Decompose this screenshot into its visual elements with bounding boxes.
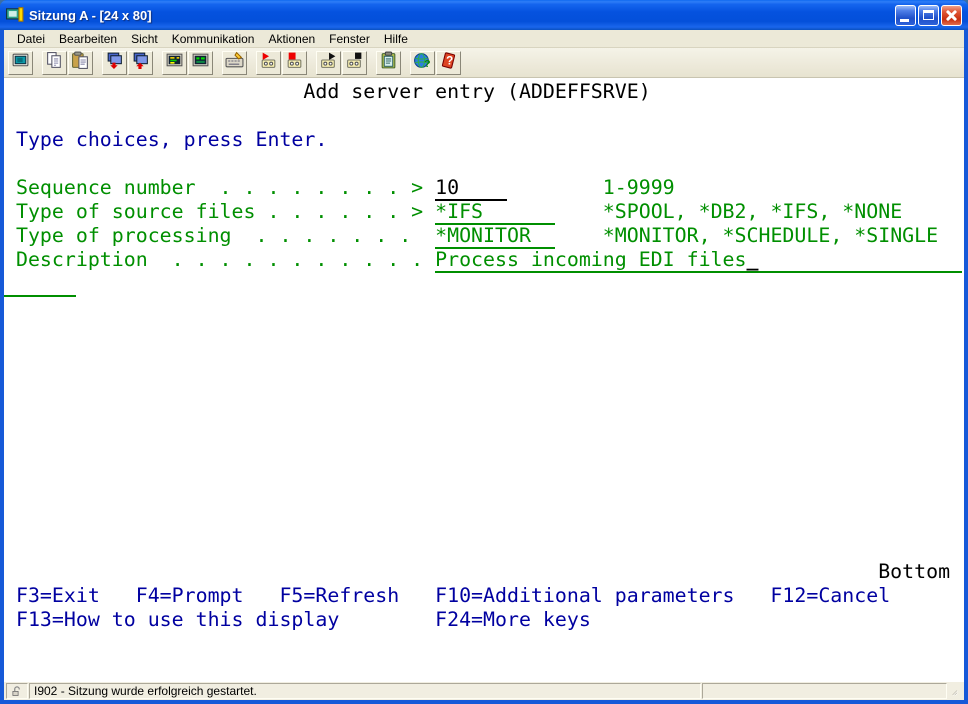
paste-icon (71, 51, 90, 75)
screen-title: Add server entry (ADDEFFSRVE) (303, 80, 651, 103)
bottom-marker: Bottom (878, 560, 951, 583)
minimize-icon (900, 18, 909, 22)
display-colors-button[interactable] (188, 50, 213, 75)
terminal-row-5: Sequence number . . . . . . . . > 10 1-9… (4, 176, 675, 201)
field-source-files-pad[interactable] (483, 200, 555, 225)
terminal-row-7: Type of processing . . . . . . . *MONITO… (4, 224, 939, 249)
status-extra-panel (702, 683, 947, 699)
terminal-row-22: F3=Exit F4=Prompt F5=Refresh F10=Additio… (4, 584, 890, 608)
session-screen-button[interactable] (8, 50, 33, 75)
label-source-files: Type of source files . . . . . . > (15, 200, 424, 223)
text-cursor[interactable]: _ (746, 248, 759, 273)
label-description: Description . . . . . . . . . . . (15, 248, 424, 271)
label-processing: Type of processing . . . . . . . (15, 224, 424, 247)
field-sequence-number-pad[interactable] (459, 176, 507, 201)
window-title: Sitzung A - [24 x 80] (29, 7, 152, 23)
terminal-row-6: Type of source files . . . . . . > *IFS … (4, 200, 903, 225)
toolbar: ?? (4, 48, 964, 78)
function-keys-line-2: F13=How to use this display F24=More key… (15, 608, 591, 631)
keyboard-setup-button[interactable] (222, 50, 247, 75)
field-description[interactable]: Process incoming EDI files (435, 248, 747, 273)
function-keys-line-1: F3=Exit F4=Prompt F5=Refresh F10=Additio… (15, 584, 891, 607)
session-app-icon (6, 6, 24, 24)
terminal-row-1: Add server entry (ADDEFFSRVE) (4, 80, 651, 104)
send-file-button[interactable] (102, 50, 127, 75)
label-sequence-number: Sequence number . . . . . . . . > (15, 176, 424, 199)
menu-bar: Datei Bearbeiten Sicht Kommunikation Aktione… (4, 30, 964, 48)
close-button[interactable] (941, 4, 962, 26)
menu-item-fenster[interactable]: Fenster (322, 31, 377, 47)
field-processing-pad[interactable] (530, 224, 555, 249)
menu-item-sicht[interactable]: Sicht (124, 31, 165, 47)
minimize-button[interactable] (895, 4, 916, 26)
status-message: I902 - Sitzung wurde erfolgreich gestart… (29, 683, 701, 699)
display-setup-icon (165, 51, 184, 75)
allowed-values-source-files: *SPOOL, *DB2, *IFS, *NONE (602, 200, 903, 223)
title-bar: Sitzung A - [24 x 80] (0, 0, 968, 30)
terminal-screen[interactable]: Add server entry (ADDEFFSRVE) Type choic… (4, 78, 964, 681)
stop-macro-icon (345, 51, 364, 75)
svg-text:?: ? (446, 54, 453, 67)
clipboard-button[interactable] (376, 50, 401, 75)
help-button[interactable]: ? (436, 50, 461, 75)
display-colors-icon (191, 51, 210, 75)
display-setup-button[interactable] (162, 50, 187, 75)
record-macro-button[interactable] (256, 50, 281, 75)
connection-status-icon (6, 683, 28, 699)
copy-icon (45, 51, 64, 75)
menu-item-aktionen[interactable]: Aktionen (261, 31, 322, 47)
terminal-row-23: F13=How to use this display F24=More key… (4, 608, 591, 632)
play-macro-icon (319, 51, 338, 75)
terminal-row-3: Type choices, press Enter. (4, 128, 327, 152)
allowed-values-processing: *MONITOR, *SCHEDULE, *SINGLE (602, 224, 939, 247)
emulator-window: Sitzung A - [24 x 80] Datei Bearbeiten Sic… (0, 0, 968, 704)
field-source-files[interactable]: *IFS (435, 200, 484, 225)
menu-item-datei[interactable]: Datei (10, 31, 52, 47)
field-sequence-number[interactable]: 10 (435, 176, 460, 201)
copy-button[interactable] (42, 50, 67, 75)
help-icon: ? (439, 51, 458, 75)
svg-text:?: ? (424, 57, 430, 69)
allowed-values-sequence-number: 1-9999 (602, 176, 675, 199)
web-help-button[interactable]: ? (410, 50, 435, 75)
menu-item-kommunikation[interactable]: Kommunikation (165, 31, 262, 47)
receive-file-icon (131, 51, 150, 75)
resize-grip[interactable] (947, 683, 962, 699)
maximize-button[interactable] (918, 4, 939, 26)
session-screen-icon (11, 51, 30, 75)
paste-button[interactable] (68, 50, 93, 75)
instruction-line: Type choices, press Enter. (15, 128, 328, 151)
field-description-continuation[interactable] (4, 272, 76, 297)
maximize-icon (923, 9, 934, 20)
terminal-row-9 (4, 272, 76, 297)
record-macro-icon (259, 51, 278, 75)
field-description-pad[interactable] (758, 248, 963, 273)
stop-record-icon (285, 51, 304, 75)
web-help-icon: ? (413, 51, 432, 75)
menu-item-bearbeiten[interactable]: Bearbeiten (52, 31, 124, 47)
terminal-row-21: Bottom (4, 560, 950, 584)
play-macro-button[interactable] (316, 50, 341, 75)
keyboard-setup-icon (225, 51, 244, 75)
status-bar: I902 - Sitzung wurde erfolgreich gestart… (4, 681, 964, 700)
terminal-row-8: Description . . . . . . . . . . . Proces… (4, 248, 963, 273)
stop-macro-button[interactable] (342, 50, 367, 75)
stop-record-button[interactable] (282, 50, 307, 75)
field-processing[interactable]: *MONITOR (435, 224, 531, 249)
send-file-icon (105, 51, 124, 75)
receive-file-button[interactable] (128, 50, 153, 75)
clipboard-icon (379, 51, 398, 75)
menu-item-hilfe[interactable]: Hilfe (377, 31, 415, 47)
